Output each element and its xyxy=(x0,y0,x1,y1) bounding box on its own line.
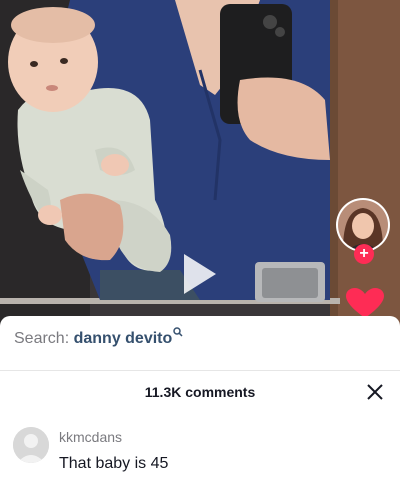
heart-icon[interactable] xyxy=(346,288,384,318)
comment-username[interactable]: kkmcdans xyxy=(59,429,122,445)
search-label: Search: xyxy=(14,330,70,347)
divider xyxy=(0,370,400,371)
avatar xyxy=(338,200,388,250)
search-icon xyxy=(173,327,183,337)
close-icon[interactable] xyxy=(365,382,385,402)
video-player[interactable] xyxy=(0,0,400,330)
follow-plus-icon[interactable]: + xyxy=(354,244,374,264)
commenter-avatar[interactable] xyxy=(13,427,49,463)
comments-count: 11.3K comments xyxy=(144,384,256,400)
comment-text: That baby is 45 xyxy=(59,455,169,472)
search-query: danny devito xyxy=(73,330,173,347)
search-suggestion[interactable]: Search: danny devito xyxy=(14,327,183,348)
play-icon[interactable] xyxy=(184,254,216,294)
